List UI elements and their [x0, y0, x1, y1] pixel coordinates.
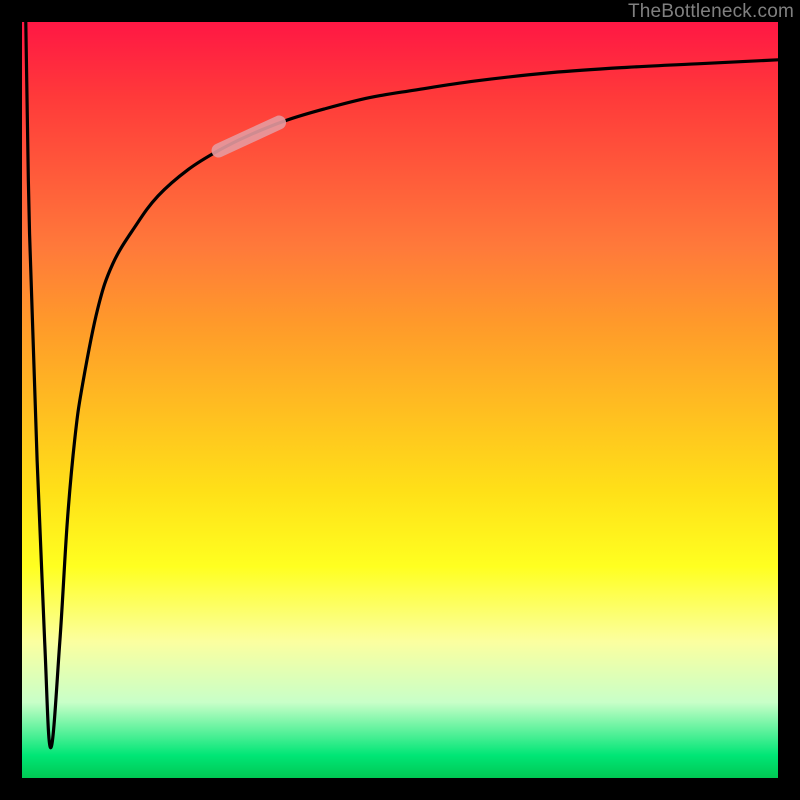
- chart-frame: TheBottleneck.com: [0, 0, 800, 800]
- highlight-segment: [219, 123, 279, 151]
- bottleneck-curve: [26, 22, 778, 748]
- watermark-text: TheBottleneck.com: [628, 1, 794, 23]
- chart-svg: [22, 22, 778, 778]
- chart-plot-area: [22, 22, 778, 778]
